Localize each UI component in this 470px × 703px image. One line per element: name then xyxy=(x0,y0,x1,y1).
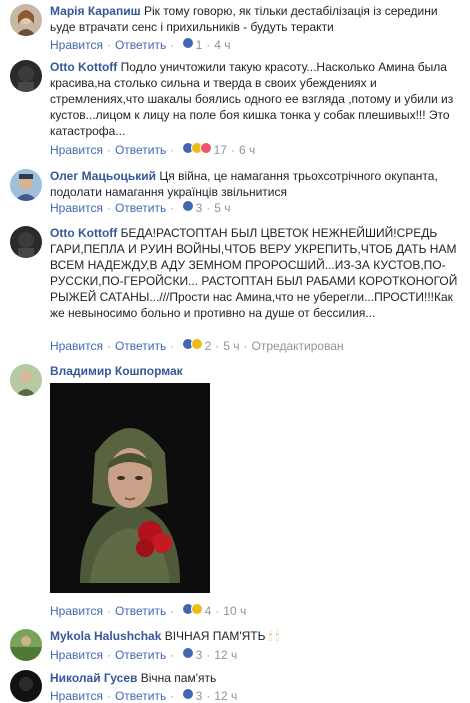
sad-reaction-icon xyxy=(190,337,203,350)
comment-actions: Нравится · Ответить · 3 · 12 ч xyxy=(50,646,238,663)
like-reaction-icon xyxy=(181,36,194,49)
comment-actions: Нравится · Ответить · 17 · 6 ч xyxy=(50,141,256,158)
comment-author[interactable]: Mykola Halushchak xyxy=(50,629,161,643)
comment-time[interactable]: 5 ч xyxy=(214,201,230,215)
comment-time[interactable]: 12 ч xyxy=(214,689,237,703)
reaction-count: 3 xyxy=(195,689,203,703)
avatar[interactable] xyxy=(10,60,42,92)
reply-link[interactable]: Ответить xyxy=(115,201,166,215)
reply-link[interactable]: Ответить xyxy=(115,689,166,703)
like-link[interactable]: Нравится xyxy=(50,143,103,157)
reply-link[interactable]: Ответить xyxy=(115,143,166,157)
comment-body: Otto Kottoff БЕДА!РАСТОПТАН БЫЛ ЦВЕТОК Н… xyxy=(50,225,462,321)
comment-time[interactable]: 6 ч xyxy=(239,143,255,157)
sad-reaction-icon xyxy=(190,602,203,615)
like-reaction-icon xyxy=(181,687,194,700)
reply-link[interactable]: Ответить xyxy=(115,604,166,618)
love-reaction-icon xyxy=(199,141,212,154)
comment-actions: Нравится · Ответить · 2 · 5 ч · Отредактирован xyxy=(50,337,344,354)
avatar[interactable] xyxy=(10,169,42,201)
comment-photo[interactable] xyxy=(50,383,210,593)
comment-text: ВІЧНАЯ ПАМ'ЯТЬ xyxy=(164,629,266,643)
reactions[interactable] xyxy=(181,646,194,663)
reactions[interactable] xyxy=(181,141,212,158)
comment-author[interactable]: Владимир Кошпормак xyxy=(50,364,183,378)
reply-link[interactable]: Ответить xyxy=(115,38,166,52)
like-link[interactable]: Нравится xyxy=(50,339,103,353)
comment-body: Mykola Halushchak ВІЧНАЯ ПАМ'ЯТЬ 🕯 🕯 xyxy=(50,628,462,644)
comment-actions: Нравится · Ответить · 3 · 12 ч xyxy=(50,687,238,703)
avatar[interactable] xyxy=(10,226,42,258)
comment-text: Вічна пам'ять xyxy=(140,671,217,685)
reactions[interactable] xyxy=(181,687,194,703)
comment-time[interactable]: 4 ч xyxy=(214,38,230,52)
comment-text: БЕДА!РАСТОПТАН БЫЛ ЦВЕТОК НЕЖНЕЙШИЙ!СРЕД… xyxy=(50,226,458,320)
comment-author[interactable]: Otto Kottoff xyxy=(50,226,117,240)
reactions[interactable] xyxy=(181,337,203,354)
comment-body: Марія Карапиш Рік тому говорю, як тільки… xyxy=(50,3,462,35)
candle-icon: 🕯 🕯 xyxy=(268,629,280,643)
reaction-count: 1 xyxy=(195,38,203,52)
reply-link[interactable]: Ответить xyxy=(115,648,166,662)
comment-body: Николай Гусев Вічна пам'ять xyxy=(50,670,462,686)
comment-body: Otto Kottoff Подло уничтожили такую крас… xyxy=(50,59,462,139)
reaction-count: 17 xyxy=(213,143,227,157)
avatar[interactable] xyxy=(10,629,42,661)
reactions[interactable] xyxy=(181,199,194,216)
like-link[interactable]: Нравится xyxy=(50,604,103,618)
edited-label[interactable]: Отредактирован xyxy=(252,339,344,353)
avatar[interactable] xyxy=(10,364,42,396)
like-reaction-icon xyxy=(181,646,194,659)
comment-actions: Нравится · Ответить · 4 · 10 ч xyxy=(50,602,247,619)
reply-link[interactable]: Ответить xyxy=(115,339,166,353)
reactions[interactable] xyxy=(181,602,203,619)
comment-author[interactable]: Олег Мацьоцький xyxy=(50,169,156,183)
reaction-count: 2 xyxy=(204,339,212,353)
comment-author[interactable]: Марія Карапиш xyxy=(50,4,141,18)
reaction-count: 4 xyxy=(204,604,212,618)
comment-time[interactable]: 5 ч xyxy=(223,339,239,353)
like-link[interactable]: Нравится xyxy=(50,648,103,662)
comment-body: Олег Мацьоцький Ця війна, це намагання т… xyxy=(50,168,462,200)
comment-actions: Нравится · Ответить · 3 · 5 ч xyxy=(50,199,231,216)
like-link[interactable]: Нравится xyxy=(50,201,103,215)
reaction-count: 3 xyxy=(195,648,203,662)
reactions[interactable] xyxy=(181,36,194,53)
avatar[interactable] xyxy=(10,4,42,36)
comment-author[interactable]: Otto Kottoff xyxy=(50,60,117,74)
avatar[interactable] xyxy=(10,670,42,702)
comment-time[interactable]: 12 ч xyxy=(214,648,237,662)
comment-actions: Нравится · Ответить · 1 · 4 ч xyxy=(50,36,231,53)
reaction-count: 3 xyxy=(195,201,203,215)
comment-author[interactable]: Николай Гусев xyxy=(50,671,137,685)
like-reaction-icon xyxy=(181,199,194,212)
like-link[interactable]: Нравится xyxy=(50,38,103,52)
comment-time[interactable]: 10 ч xyxy=(223,604,246,618)
like-link[interactable]: Нравится xyxy=(50,689,103,703)
comment-body: Владимир Кошпормак xyxy=(50,363,462,379)
